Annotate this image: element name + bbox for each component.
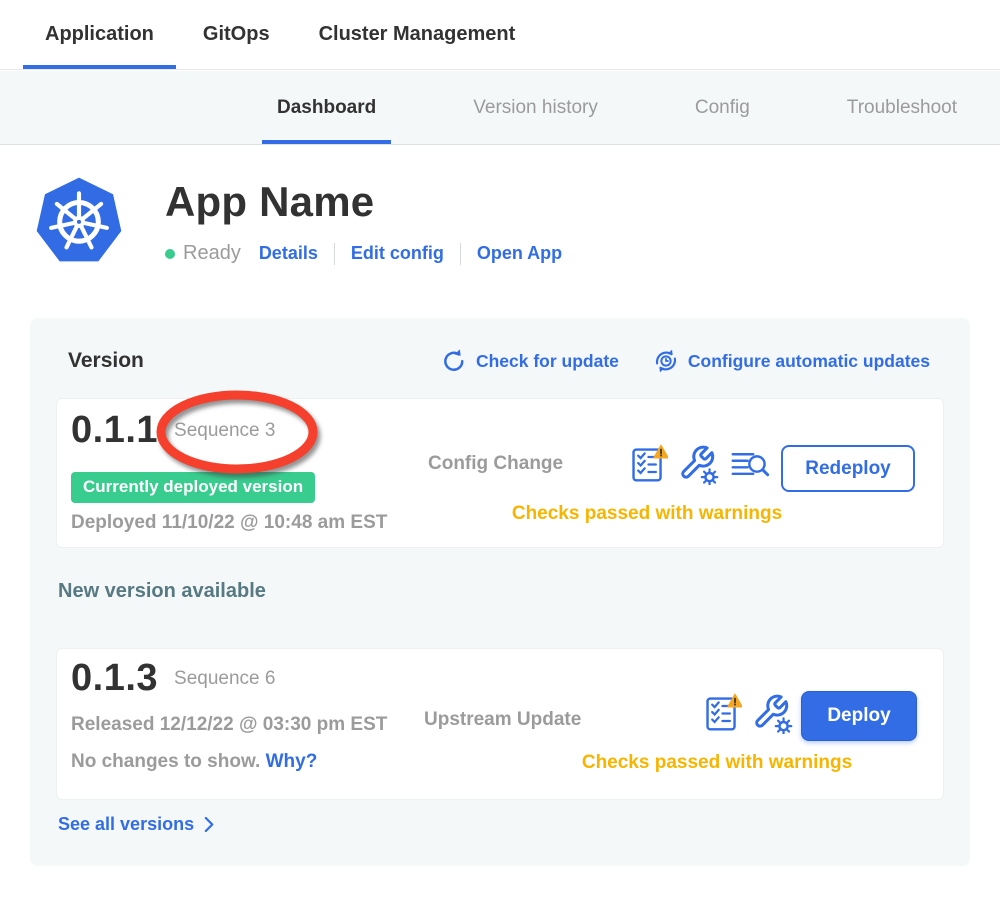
deployed-timestamp: Deployed 11/10/22 @ 10:48 am EST bbox=[71, 512, 387, 534]
view-files-icon[interactable] bbox=[729, 444, 770, 485]
currently-deployed-badge: Currently deployed version bbox=[71, 472, 315, 503]
version-card-title: Version bbox=[68, 349, 144, 373]
app-dashboard-screen: Application GitOps Cluster Management Da… bbox=[0, 0, 1000, 898]
why-link[interactable]: Why? bbox=[266, 751, 318, 772]
version-card: Version Check for update bbox=[30, 318, 970, 866]
new-checks-status: Checks passed with warnings bbox=[517, 752, 917, 774]
current-version-row: 0.1.1 Sequence 3 Currently deployed vers… bbox=[56, 398, 944, 548]
update-source-label: Upstream Update bbox=[424, 709, 581, 731]
current-version-number: 0.1.1 bbox=[71, 409, 158, 452]
status-dot-icon bbox=[165, 249, 175, 259]
open-app-link[interactable]: Open App bbox=[477, 243, 562, 264]
version-card-actions: Check for update Configure automat bbox=[441, 348, 930, 374]
new-version-heading: New version available bbox=[58, 580, 266, 603]
preflight-checks-warning-icon[interactable] bbox=[627, 444, 668, 485]
check-for-update-link[interactable]: Check for update bbox=[441, 348, 619, 374]
divider bbox=[460, 243, 461, 265]
new-version-check-icons bbox=[701, 693, 793, 734]
new-version-line: 0.1.3 Sequence 6 bbox=[71, 657, 275, 700]
auto-update-clock-icon bbox=[653, 348, 679, 374]
new-version-sequence: Sequence 6 bbox=[174, 668, 275, 690]
released-timestamp: Released 12/12/22 @ 03:30 pm EST bbox=[71, 714, 387, 736]
no-changes-text: No changes to show. bbox=[71, 751, 260, 772]
app-sub-nav: Dashboard Version history Config Trouble… bbox=[0, 71, 1000, 145]
kubernetes-logo-icon bbox=[33, 170, 125, 270]
config-wrench-icon[interactable] bbox=[678, 444, 719, 485]
check-for-update-label: Check for update bbox=[476, 351, 619, 372]
current-checks-status: Checks passed with warnings bbox=[447, 503, 847, 525]
redeploy-button[interactable]: Redeploy bbox=[781, 445, 915, 492]
version-source-label: Config Change bbox=[428, 453, 563, 475]
edit-config-link[interactable]: Edit config bbox=[351, 243, 444, 264]
nav-tab-application[interactable]: Application bbox=[23, 0, 176, 69]
primary-nav: Application GitOps Cluster Management bbox=[0, 0, 1000, 70]
configure-automatic-updates-link[interactable]: Configure automatic updates bbox=[653, 348, 930, 374]
config-wrench-icon[interactable] bbox=[752, 693, 793, 734]
see-all-versions-link[interactable]: See all versions bbox=[58, 814, 216, 835]
details-link[interactable]: Details bbox=[259, 243, 318, 264]
current-version-sequence: Sequence 3 bbox=[174, 420, 275, 442]
new-version-row: 0.1.3 Sequence 6 Released 12/12/22 @ 03:… bbox=[56, 648, 944, 800]
divider bbox=[334, 243, 335, 265]
nav-tab-cluster-management[interactable]: Cluster Management bbox=[297, 0, 538, 69]
see-all-versions-label: See all versions bbox=[58, 814, 194, 835]
app-header: App Name Ready Details Edit config Open … bbox=[33, 170, 562, 270]
configure-automatic-updates-label: Configure automatic updates bbox=[688, 351, 930, 372]
version-card-header: Version Check for update bbox=[68, 348, 930, 374]
no-changes-line: No changes to show. Why? bbox=[71, 751, 317, 773]
app-status-row: Ready Details Edit config Open App bbox=[165, 242, 562, 265]
tab-troubleshoot[interactable]: Troubleshoot bbox=[832, 71, 972, 144]
nav-tab-gitops[interactable]: GitOps bbox=[181, 0, 292, 69]
new-version-number: 0.1.3 bbox=[71, 657, 158, 700]
tab-config[interactable]: Config bbox=[680, 71, 765, 144]
chevron-right-icon bbox=[203, 816, 216, 833]
tab-version-history[interactable]: Version history bbox=[458, 71, 613, 144]
refresh-icon bbox=[441, 348, 467, 374]
tab-dashboard[interactable]: Dashboard bbox=[262, 71, 391, 144]
page-title: App Name bbox=[165, 178, 562, 226]
current-version-check-icons bbox=[627, 444, 770, 485]
deploy-button[interactable]: Deploy bbox=[801, 691, 917, 741]
preflight-checks-warning-icon[interactable] bbox=[701, 693, 742, 734]
current-version-line: 0.1.1 Sequence 3 bbox=[71, 409, 275, 452]
status-badge: Ready bbox=[183, 242, 241, 265]
